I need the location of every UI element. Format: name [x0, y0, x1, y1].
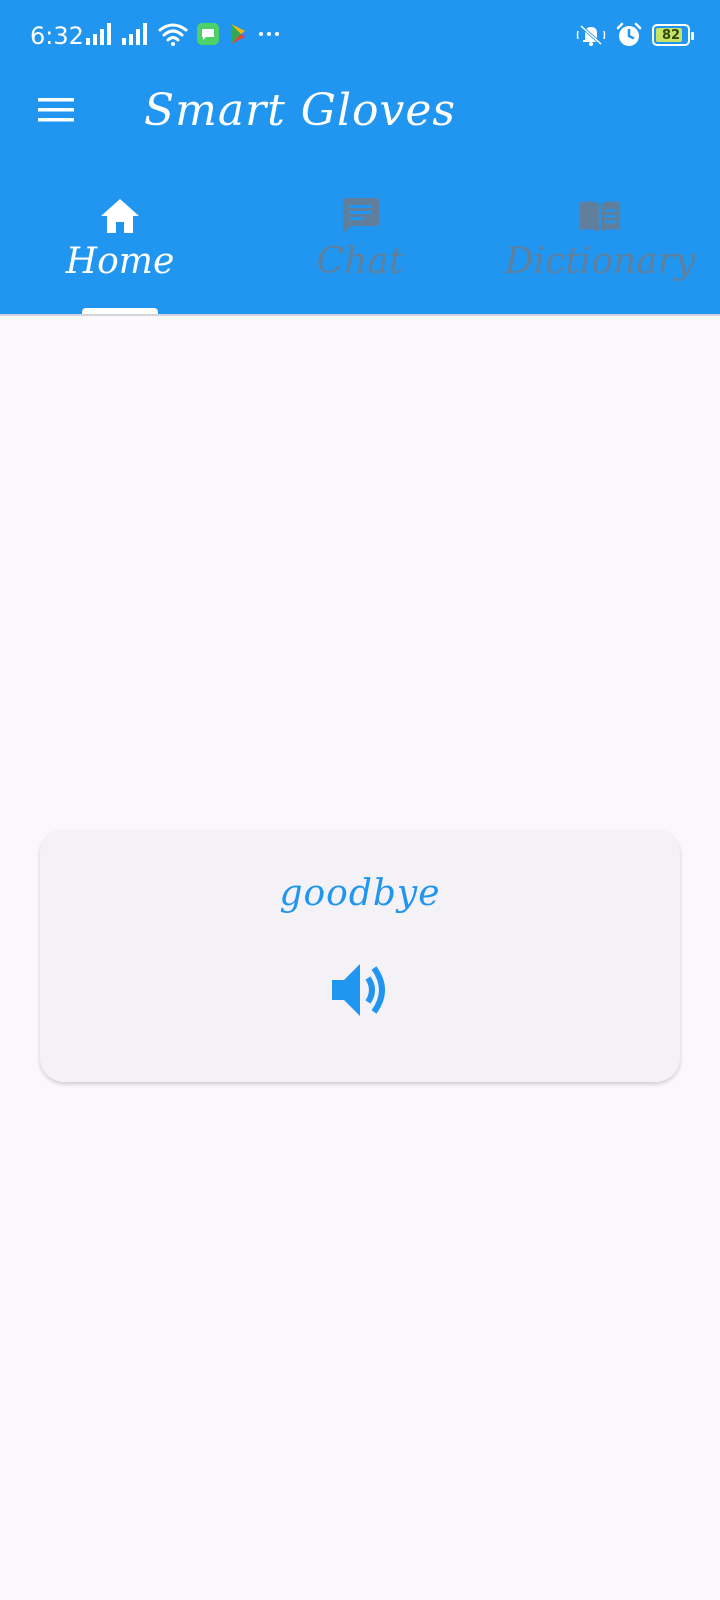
- signal-icon: [86, 23, 114, 45]
- tab-bar: Home Chat Dictionary: [0, 182, 720, 314]
- status-time: 6:32: [30, 22, 84, 50]
- tab-label: Home: [65, 241, 175, 282]
- tab-home[interactable]: Home: [0, 182, 240, 314]
- app-title: Smart Gloves: [144, 85, 456, 136]
- menu-button[interactable]: [26, 82, 86, 142]
- header: 6:32 82 Smart Gloves Home Chat Dictionar…: [0, 0, 720, 314]
- alarm-icon: [616, 22, 642, 48]
- battery-level: 82: [661, 27, 681, 43]
- battery-icon: 82: [652, 24, 694, 46]
- message-app-icon: [196, 22, 220, 46]
- mute-icon: [576, 23, 606, 47]
- word-card: goodbye: [40, 830, 680, 1082]
- status-bar: 6:32 82: [0, 0, 720, 72]
- more-icon: [258, 30, 280, 38]
- speak-button[interactable]: [326, 956, 394, 1028]
- tab-label: Chat: [316, 241, 404, 282]
- tab-label: Dictionary: [504, 241, 696, 282]
- app-screen: 6:32 82 Smart Gloves Home Chat Dictionar…: [0, 0, 720, 1600]
- tab-dictionary[interactable]: Dictionary: [480, 182, 720, 314]
- wifi-icon: [158, 22, 188, 46]
- book-icon: [578, 194, 622, 238]
- menu-icon: [37, 96, 75, 128]
- signal-icon: [122, 23, 150, 45]
- volume-icon: [328, 958, 392, 1026]
- recognized-word: goodbye: [279, 873, 441, 914]
- divider: [0, 314, 720, 316]
- home-icon: [98, 194, 142, 238]
- play-store-icon: [228, 22, 250, 46]
- status-icons-left: [86, 22, 280, 46]
- status-icons-right: 82: [576, 22, 694, 48]
- app-bar: Smart Gloves: [0, 72, 720, 152]
- chat-icon: [338, 194, 382, 238]
- tab-chat[interactable]: Chat: [240, 182, 480, 314]
